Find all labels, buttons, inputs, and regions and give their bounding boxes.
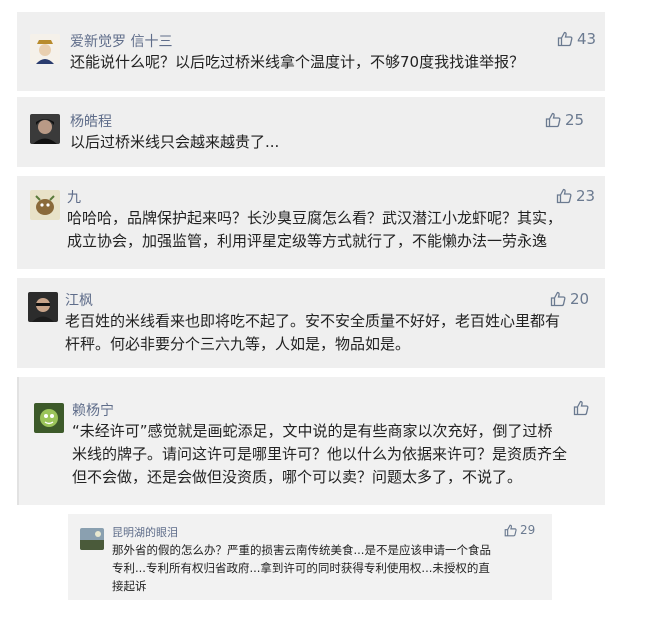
- comment-text: 以后过桥米线只会越来越贵了...: [70, 133, 280, 151]
- avatar[interactable]: [80, 528, 104, 550]
- comment-card: 爱新觉罗 信十三 43 还能说什么呢？以后吃过桥米线拿个温度计，不够70度我找谁…: [17, 12, 605, 91]
- avatar[interactable]: [28, 292, 58, 322]
- thumbs-up-icon: [573, 400, 589, 416]
- comment-card: 九 23 哈哈哈，品牌保护起来吗？长沙臭豆腐怎么看？武汉潜江小龙虾呢？其实， 成…: [17, 176, 605, 269]
- like-button[interactable]: 29: [504, 523, 535, 537]
- comment-username[interactable]: 杨皓程: [70, 111, 112, 131]
- thumbs-up-icon: [557, 31, 573, 47]
- like-count: 25: [565, 111, 585, 129]
- avatar[interactable]: [30, 114, 60, 144]
- comment-text: 那外省的假的怎么办？严重的损害云南传统美食...是不是应该申请一个食品 专利..…: [112, 543, 491, 593]
- like-count: 20: [570, 290, 590, 308]
- like-count: 23: [576, 187, 596, 205]
- thumbs-up-icon: [556, 188, 572, 204]
- thumbs-up-icon: [545, 112, 561, 128]
- like-button[interactable]: 23: [556, 187, 595, 205]
- card-divider: [17, 377, 19, 505]
- avatar[interactable]: [30, 34, 60, 64]
- comment-username[interactable]: 爱新觉罗 信十三: [70, 31, 172, 51]
- like-button[interactable]: 20: [550, 290, 589, 308]
- comment-username[interactable]: 江枫: [65, 290, 93, 310]
- comment-text: 老百姓的米线看来也即将吃不起了。安不安全质量不好好，老百姓心里都有 杆秤。何必非…: [65, 312, 561, 353]
- comment-card: 江枫 20 老百姓的米线看来也即将吃不起了。安不安全质量不好好，老百姓心里都有 …: [17, 278, 605, 368]
- comment-text: 还能说什么呢？以后吃过桥米线拿个温度计，不够70度我找谁举报？: [70, 53, 525, 71]
- like-button[interactable]: 25: [545, 111, 584, 129]
- comment-text: 哈哈哈，品牌保护起来吗？长沙臭豆腐怎么看？武汉潜江小龙虾呢？其实， 成立协会，加…: [67, 209, 563, 250]
- comment-text: “未经许可”感觉就是画蛇添足，文中说的是有些商家以次充好，倒了过桥 米线的牌子。…: [72, 422, 568, 486]
- like-count: 43: [577, 30, 597, 48]
- comment-username[interactable]: 九: [67, 187, 81, 207]
- like-count: 29: [520, 523, 536, 537]
- like-button[interactable]: 43: [557, 30, 596, 48]
- avatar[interactable]: [30, 190, 60, 220]
- comment-card: 赖杨宁 “未经许可”感觉就是画蛇添足，文中说的是有些商家以次充好，倒了过桥 米线…: [17, 377, 605, 505]
- comment-username[interactable]: 昆明湖的眼泪: [112, 524, 178, 540]
- thumbs-up-icon: [550, 291, 566, 307]
- comment-username[interactable]: 赖杨宁: [72, 400, 114, 420]
- avatar[interactable]: [34, 403, 64, 433]
- comment-card: 杨皓程 25 以后过桥米线只会越来越贵了...: [17, 97, 605, 167]
- like-button[interactable]: [573, 400, 589, 416]
- thumbs-up-icon: [504, 524, 517, 536]
- comment-card: 昆明湖的眼泪 29 那外省的假的怎么办？严重的损害云南传统美食...是不是应该申…: [68, 514, 552, 600]
